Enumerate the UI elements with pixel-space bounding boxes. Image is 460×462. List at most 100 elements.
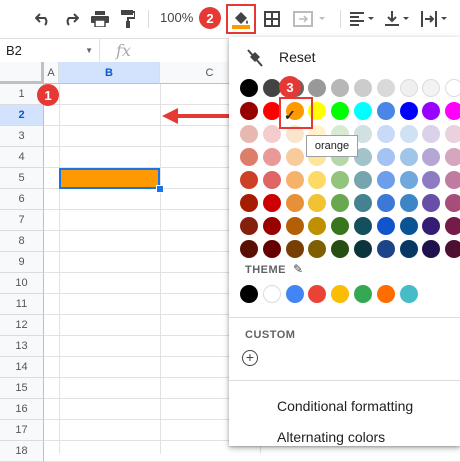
row-header-2[interactable]: 2 bbox=[0, 105, 44, 126]
row-header-9[interactable]: 9 bbox=[0, 252, 44, 273]
edit-theme-icon[interactable]: ✎ bbox=[293, 262, 303, 276]
paint-format-icon[interactable] bbox=[115, 6, 141, 32]
color-swatch[interactable] bbox=[400, 217, 418, 235]
color-swatch[interactable] bbox=[263, 194, 281, 212]
color-swatch[interactable] bbox=[240, 217, 258, 235]
fill-handle[interactable] bbox=[156, 185, 164, 193]
color-swatch[interactable] bbox=[240, 148, 258, 166]
theme-color-swatch[interactable] bbox=[263, 285, 281, 303]
color-swatch[interactable] bbox=[308, 240, 326, 258]
color-swatch[interactable] bbox=[331, 217, 349, 235]
color-swatch[interactable] bbox=[377, 79, 395, 97]
color-swatch[interactable] bbox=[445, 171, 460, 189]
color-swatch[interactable] bbox=[377, 240, 395, 258]
color-swatch[interactable] bbox=[400, 102, 418, 120]
row-header-10[interactable]: 10 bbox=[0, 273, 44, 294]
color-swatch[interactable] bbox=[286, 171, 304, 189]
row-header-11[interactable]: 11 bbox=[0, 294, 44, 315]
color-swatch[interactable] bbox=[445, 125, 460, 143]
color-swatch[interactable] bbox=[400, 171, 418, 189]
color-swatch[interactable] bbox=[240, 194, 258, 212]
color-swatch[interactable] bbox=[331, 102, 349, 120]
column-header-b[interactable]: B bbox=[59, 62, 160, 84]
color-swatch[interactable] bbox=[263, 148, 281, 166]
row-header-13[interactable]: 13 bbox=[0, 336, 44, 357]
color-swatch[interactable] bbox=[240, 171, 258, 189]
color-swatch[interactable] bbox=[240, 240, 258, 258]
color-swatch[interactable] bbox=[263, 171, 281, 189]
theme-color-swatch[interactable] bbox=[286, 285, 304, 303]
color-swatch[interactable] bbox=[377, 217, 395, 235]
color-swatch[interactable] bbox=[445, 194, 460, 212]
color-swatch[interactable] bbox=[354, 194, 372, 212]
horizontal-align-icon[interactable] bbox=[348, 6, 378, 32]
theme-color-swatch[interactable] bbox=[308, 285, 326, 303]
color-swatch[interactable] bbox=[400, 79, 418, 97]
color-swatch[interactable] bbox=[445, 240, 460, 258]
color-swatch[interactable] bbox=[422, 148, 440, 166]
color-swatch[interactable] bbox=[400, 194, 418, 212]
theme-color-swatch[interactable] bbox=[331, 285, 349, 303]
color-swatch[interactable] bbox=[263, 240, 281, 258]
row-header-4[interactable]: 4 bbox=[0, 147, 44, 168]
color-swatch[interactable] bbox=[308, 194, 326, 212]
row-header-3[interactable]: 3 bbox=[0, 126, 44, 147]
color-swatch[interactable] bbox=[286, 194, 304, 212]
selected-cell-b2[interactable] bbox=[59, 168, 160, 189]
theme-color-swatch[interactable] bbox=[354, 285, 372, 303]
print-icon[interactable] bbox=[87, 6, 113, 32]
color-swatch[interactable] bbox=[354, 240, 372, 258]
color-swatch[interactable] bbox=[422, 79, 440, 97]
color-swatch[interactable] bbox=[445, 102, 460, 120]
row-header-16[interactable]: 16 bbox=[0, 399, 44, 420]
undo-icon[interactable] bbox=[30, 6, 56, 32]
select-all-corner[interactable] bbox=[0, 62, 44, 84]
color-swatch[interactable] bbox=[286, 240, 304, 258]
row-header-18[interactable]: 18 bbox=[0, 441, 44, 462]
row-header-17[interactable]: 17 bbox=[0, 420, 44, 441]
color-swatch[interactable] bbox=[445, 148, 460, 166]
borders-icon[interactable] bbox=[259, 6, 285, 32]
color-swatch[interactable] bbox=[331, 171, 349, 189]
color-swatch[interactable] bbox=[354, 171, 372, 189]
color-swatch[interactable] bbox=[354, 79, 372, 97]
row-header-7[interactable]: 7 bbox=[0, 210, 44, 231]
color-swatch[interactable] bbox=[331, 194, 349, 212]
color-swatch[interactable] bbox=[354, 217, 372, 235]
color-swatch[interactable] bbox=[331, 79, 349, 97]
reset-option[interactable]: Reset bbox=[229, 47, 460, 69]
color-swatch[interactable] bbox=[400, 125, 418, 143]
color-swatch[interactable] bbox=[377, 102, 395, 120]
merge-cells-icon[interactable] bbox=[290, 6, 330, 32]
color-swatch[interactable] bbox=[445, 217, 460, 235]
color-swatch[interactable] bbox=[422, 217, 440, 235]
color-swatch[interactable] bbox=[377, 148, 395, 166]
fill-color-button[interactable] bbox=[226, 4, 256, 34]
theme-color-swatch[interactable] bbox=[240, 285, 258, 303]
color-swatch[interactable] bbox=[422, 240, 440, 258]
row-header-14[interactable]: 14 bbox=[0, 357, 44, 378]
color-swatch[interactable] bbox=[377, 125, 395, 143]
menu-item-alternating-colors[interactable]: Alternating colors bbox=[277, 429, 385, 445]
color-swatch[interactable] bbox=[240, 79, 258, 97]
color-swatch[interactable] bbox=[240, 125, 258, 143]
row-header-5[interactable]: 5 bbox=[0, 168, 44, 189]
menu-item-conditional-formatting[interactable]: Conditional formatting bbox=[277, 398, 413, 414]
row-header-8[interactable]: 8 bbox=[0, 231, 44, 252]
color-swatch[interactable] bbox=[400, 148, 418, 166]
color-swatch[interactable] bbox=[400, 240, 418, 258]
color-swatch[interactable] bbox=[422, 171, 440, 189]
row-header-15[interactable]: 15 bbox=[0, 378, 44, 399]
color-swatch[interactable] bbox=[331, 240, 349, 258]
add-custom-color-icon[interactable]: + bbox=[242, 350, 258, 366]
zoom-level[interactable]: 100% bbox=[160, 10, 193, 25]
color-swatch[interactable] bbox=[354, 102, 372, 120]
theme-color-swatch[interactable] bbox=[400, 285, 418, 303]
text-wrap-icon[interactable] bbox=[418, 6, 452, 32]
color-swatch[interactable] bbox=[240, 102, 258, 120]
theme-color-swatch[interactable] bbox=[377, 285, 395, 303]
color-swatch[interactable] bbox=[377, 194, 395, 212]
color-swatch[interactable] bbox=[422, 102, 440, 120]
column-header-a[interactable]: A bbox=[44, 62, 59, 84]
color-swatch[interactable] bbox=[263, 217, 281, 235]
